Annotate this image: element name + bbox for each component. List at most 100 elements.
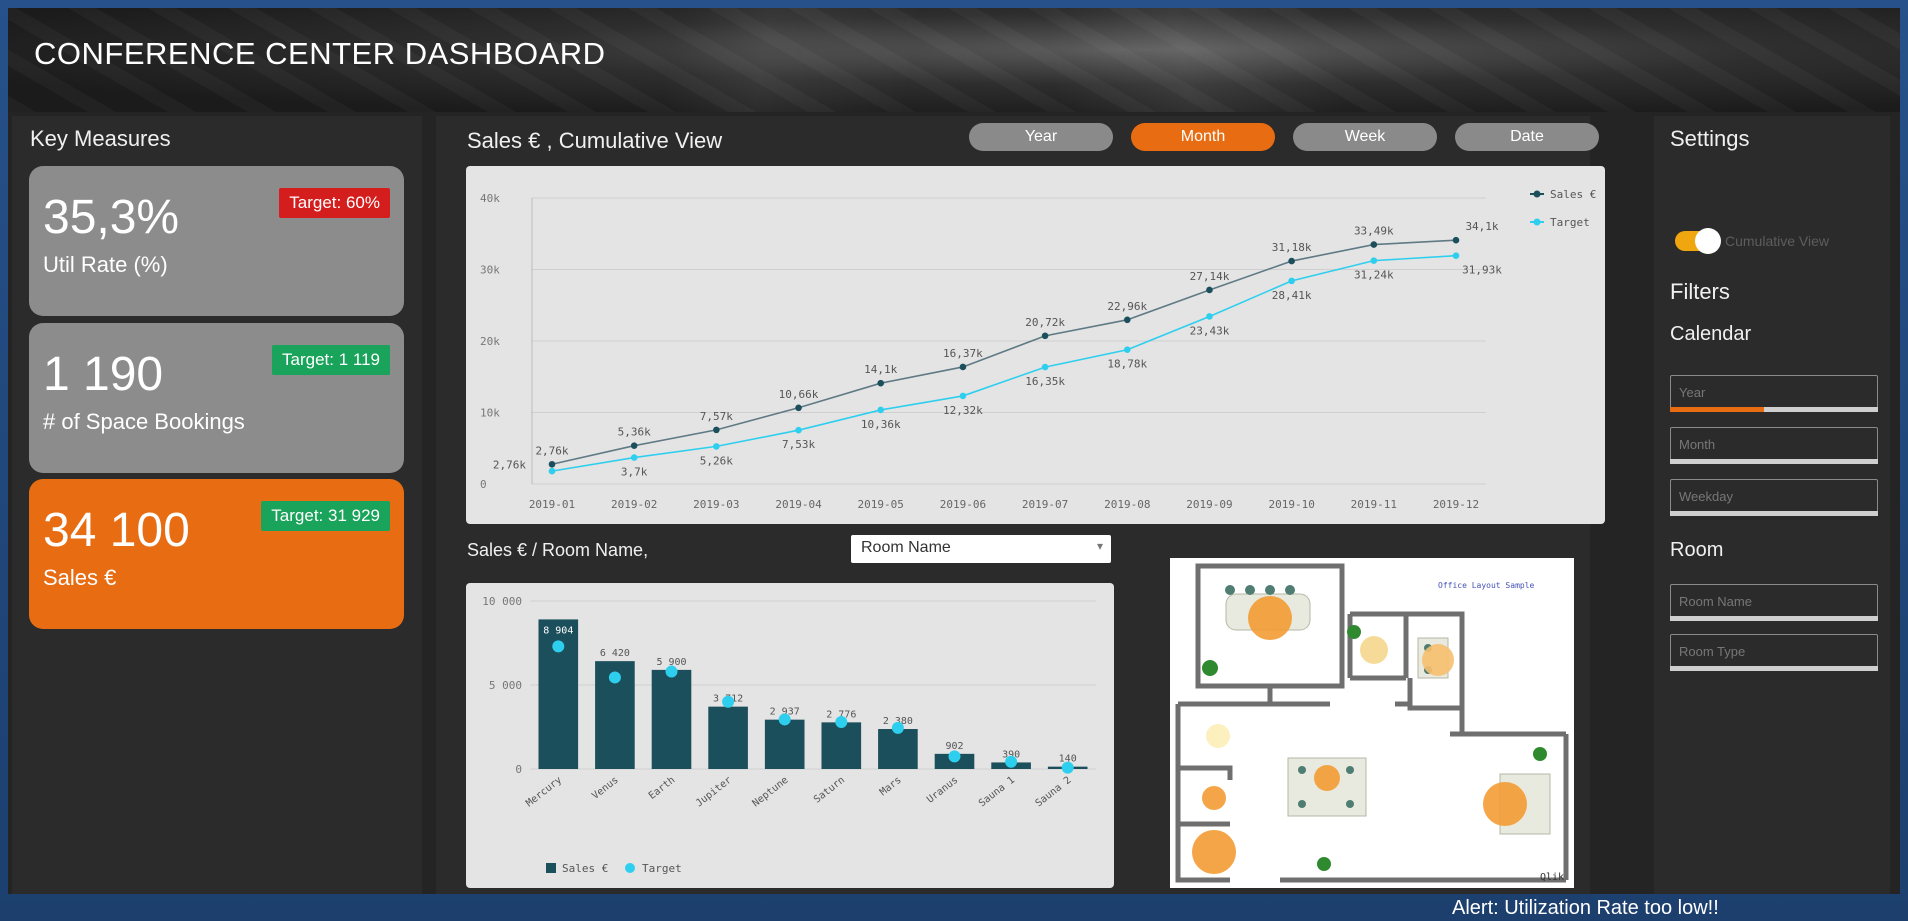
data-point [713, 443, 720, 450]
occupancy-marker [1206, 724, 1230, 748]
target-marker [608, 671, 621, 684]
plant-icon [1533, 747, 1547, 761]
room-name-dropdown[interactable]: Room Name ▾ [851, 535, 1111, 563]
period-button-date[interactable]: Date [1455, 123, 1599, 151]
data-label: 3,7k [621, 466, 648, 479]
occupancy-marker [1248, 596, 1292, 640]
kpi-card-util-rate[interactable]: 35,3% Util Rate (%) Target: 60% [29, 166, 404, 316]
plant-icon [1347, 625, 1361, 639]
period-button-month[interactable]: Month [1131, 123, 1275, 151]
x-tick-label: 2019-03 [693, 498, 739, 511]
selection-bar [1670, 407, 1878, 412]
x-tick-label: 2019-04 [775, 498, 822, 511]
legend-label: Sales € [1550, 188, 1596, 201]
kpi-card-sales[interactable]: 34 100 Sales € Target: 31 929 [29, 479, 404, 629]
occupancy-marker [1192, 830, 1236, 874]
y-tick-label: 40k [480, 192, 500, 205]
calendar-title: Calendar [1670, 323, 1752, 345]
bar-chart-svg: 05 00010 0008 904Mercury6 420Venus5 900E… [482, 595, 1096, 875]
filter-year[interactable]: Year [1670, 375, 1878, 412]
filter-label: Weekday [1679, 489, 1733, 504]
data-point [1370, 257, 1378, 264]
filter-label: Year [1679, 385, 1706, 400]
chair-icon [1298, 800, 1306, 808]
qlik-stamp: Qlik [1540, 872, 1564, 883]
target-marker [891, 721, 904, 734]
x-tick-label: Earth [647, 775, 677, 802]
x-tick-label: 2019-06 [940, 498, 986, 511]
legend-label: Target [642, 862, 682, 875]
data-point [1452, 252, 1460, 260]
x-tick-label: Neptune [751, 775, 791, 810]
y-tick-label: 10k [480, 407, 500, 420]
kpi-value: 1 190 [43, 348, 164, 401]
chevron-down-icon: ▾ [1096, 539, 1103, 553]
target-marker [948, 750, 961, 763]
x-tick-label: 2019-12 [1433, 498, 1479, 511]
series-line-1 [551, 254, 1457, 472]
target-badge: Target: 1 119 [272, 345, 390, 375]
cumulative-sales-chart[interactable]: 0 10k 20k 30k 40k 2019-01 2019-02 2019-03 2019-0… [466, 166, 1605, 524]
occupancy-marker [1202, 786, 1226, 810]
filter-room-type[interactable]: Room Type [1670, 634, 1878, 671]
filter-room-name[interactable]: Room Name [1670, 584, 1878, 621]
room-sales-chart[interactable]: 05 000 10 000 8 904 Mercury 6 420 Venus 5 900 E… [466, 583, 1114, 888]
sales-chart-title: Sales € , Cumulative View [467, 128, 723, 153]
occupancy-marker [1314, 765, 1340, 791]
bar [821, 722, 862, 769]
cumulative-view-toggle[interactable] [1675, 228, 1721, 254]
filters-title: Filters [1670, 279, 1730, 304]
data-point [1123, 316, 1131, 324]
dropdown-value: Room Name [861, 539, 951, 556]
data-label: 16,37k [943, 347, 983, 360]
selection-bar-fill [1670, 407, 1764, 412]
data-label: 2,76k [535, 444, 568, 457]
x-tick-label: 2019-02 [611, 498, 657, 511]
data-point [1206, 313, 1213, 320]
period-button-year[interactable]: Year [969, 123, 1113, 151]
data-point [1041, 363, 1049, 371]
bar-value-label: 902 [945, 741, 963, 752]
y-tick-label: 10 000 [482, 595, 522, 608]
data-point [1206, 286, 1213, 294]
data-point [959, 363, 967, 371]
selection-bar [1670, 666, 1878, 671]
room-chart-title: Sales € / Room Name, [467, 540, 649, 560]
filter-month[interactable]: Month [1670, 427, 1878, 464]
data-point [548, 467, 556, 475]
office-layout-image[interactable]: Office Layout Sample Qlik [1170, 558, 1574, 888]
filter-weekday[interactable]: Weekday [1670, 479, 1878, 516]
period-button-week[interactable]: Week [1293, 123, 1437, 151]
selection-bar [1670, 511, 1878, 516]
data-point [548, 460, 556, 468]
data-point [959, 392, 967, 400]
data-point [1288, 277, 1295, 285]
legend-marker [1533, 218, 1541, 226]
data-label: 34,1k [1465, 220, 1498, 233]
x-tick-label: Venus [590, 775, 620, 802]
target-marker [552, 640, 565, 653]
bar [651, 669, 692, 769]
data-point [795, 404, 802, 412]
legend-label: Sales € [562, 862, 608, 875]
filter-label: Room Type [1679, 644, 1746, 659]
data-label: 10,36k [861, 418, 901, 431]
kpi-label: Sales € [43, 565, 117, 590]
data-point [630, 454, 638, 461]
x-tick-label: 2019-10 [1268, 498, 1314, 511]
kpi-card-space-bookings[interactable]: 1 190 # of Space Bookings Target: 1 119 [29, 323, 404, 473]
x-tick-label: Jupiter [694, 775, 734, 810]
data-label: 18,78k [1107, 358, 1147, 371]
selection-bar [1670, 459, 1878, 464]
data-label: 5,36k [618, 426, 651, 439]
data-label: 22,96k [1107, 300, 1147, 313]
key-measures-title: Key Measures [30, 126, 171, 151]
x-tick-label: 2019-05 [858, 498, 904, 511]
data-label: 7,53k [782, 438, 815, 451]
bar-value-label: 8 904 [543, 625, 573, 636]
chair-icon [1245, 585, 1255, 595]
x-tick-label: Uranus [925, 775, 960, 806]
data-point [630, 442, 638, 449]
data-point [795, 426, 802, 434]
x-tick-label: Saturn [812, 775, 847, 806]
